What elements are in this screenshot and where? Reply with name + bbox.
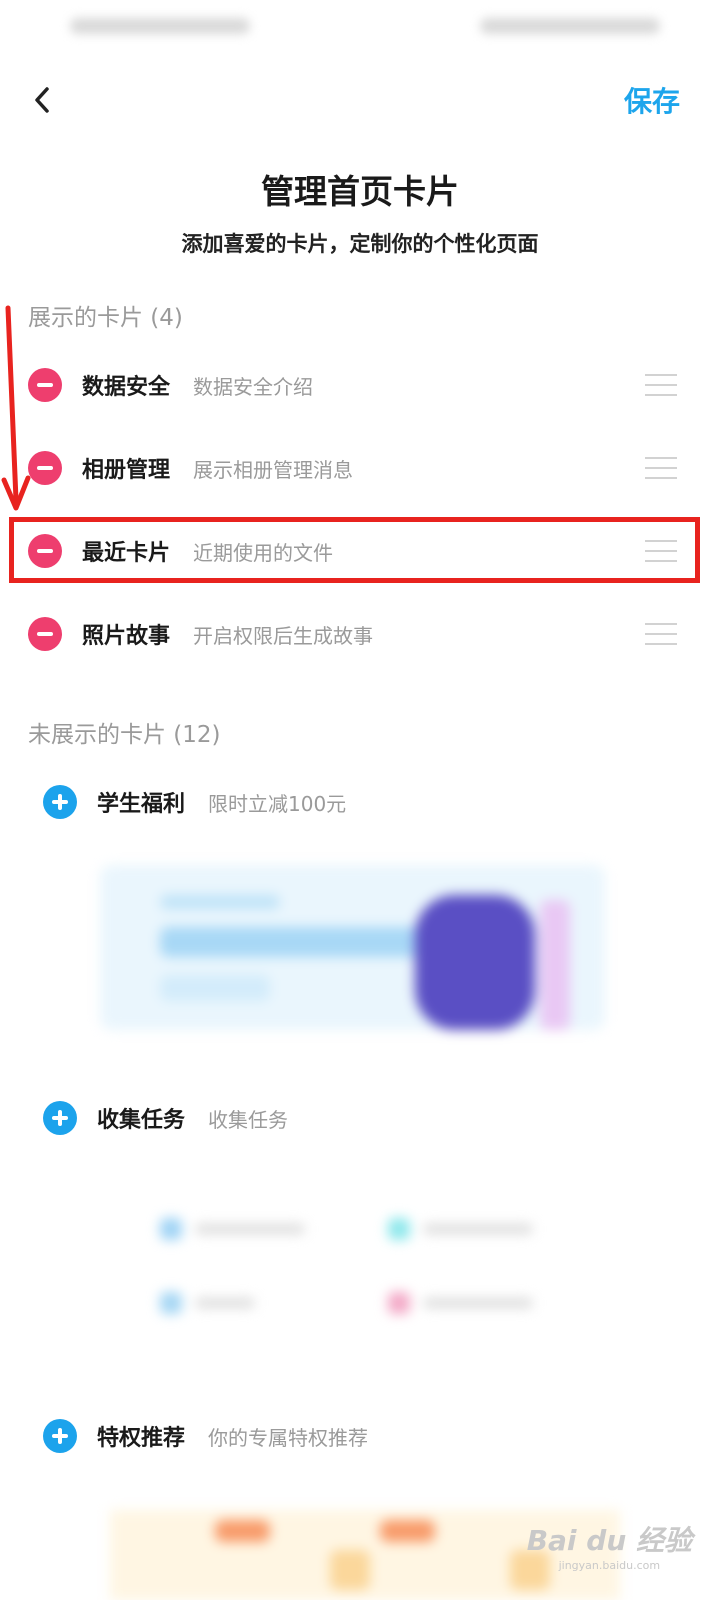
back-arrow-icon (35, 87, 49, 113)
hidden-card-row: 学生福利 限时立减100元 (0, 772, 720, 832)
top-bar: 保存 (0, 70, 720, 130)
card-name: 相册管理 (82, 458, 171, 483)
card-description: 收集任务 (208, 1108, 288, 1132)
card-preview-collect-task (140, 1200, 580, 1330)
card-name: 照片故事 (82, 624, 171, 649)
card-description: 展示相册管理消息 (193, 458, 353, 482)
drag-handle-icon[interactable] (645, 374, 677, 396)
card-name: 收集任务 (97, 1108, 186, 1133)
hidden-card-row: 特权推荐 你的专属特权推荐 (0, 1406, 720, 1466)
shown-card-row: 相册管理 展示相册管理消息 (0, 438, 720, 498)
save-button[interactable]: 保存 (624, 80, 680, 120)
add-card-button[interactable] (43, 1419, 77, 1453)
add-card-button[interactable] (43, 1101, 77, 1135)
drag-handle-icon[interactable] (645, 457, 677, 479)
page-title: 管理首页卡片 (261, 172, 459, 211)
card-name: 特权推荐 (97, 1426, 186, 1451)
status-bar (0, 0, 720, 50)
hidden-section-title: 未展示的卡片 (12) (28, 722, 221, 748)
back-button[interactable] (22, 80, 62, 120)
drag-handle-icon[interactable] (645, 623, 677, 645)
remove-card-button[interactable] (28, 617, 62, 651)
add-card-button[interactable] (43, 785, 77, 819)
shown-card-row: 数据安全 数据安全介绍 (0, 355, 720, 415)
page-subtitle: 添加喜爱的卡片，定制你的个性化页面 (181, 232, 539, 256)
shown-section-title: 展示的卡片 (4) (28, 305, 183, 331)
card-name: 学生福利 (97, 792, 186, 817)
card-preview-student-benefit (100, 865, 605, 1030)
baidu-jingyan-watermark: Bai du 经验 jingyan.baidu.com (526, 1524, 692, 1572)
highlight-annotation-box (9, 517, 700, 583)
card-description: 开启权限后生成故事 (193, 624, 373, 648)
card-name: 数据安全 (82, 375, 171, 400)
hidden-card-row: 收集任务 收集任务 (0, 1088, 720, 1148)
annotation-arrow-icon (1, 305, 31, 511)
card-description: 数据安全介绍 (193, 375, 313, 399)
card-description: 限时立减100元 (208, 792, 347, 816)
shown-card-row: 照片故事 开启权限后生成故事 (0, 604, 720, 664)
card-description: 你的专属特权推荐 (208, 1426, 368, 1450)
